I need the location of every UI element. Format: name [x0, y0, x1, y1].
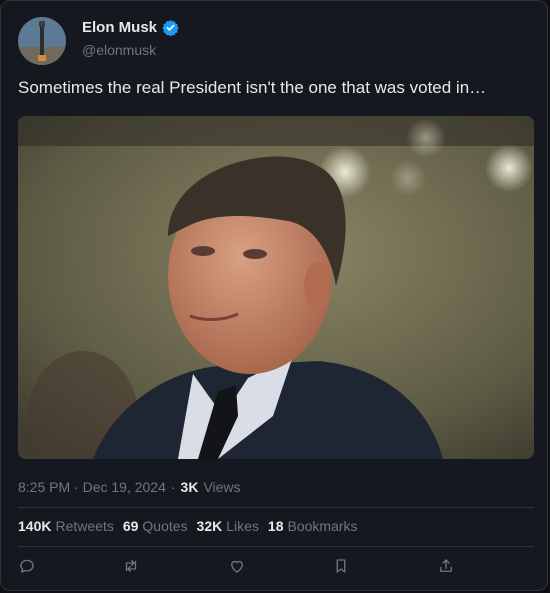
- divider-bottom: [18, 546, 534, 547]
- author-handle[interactable]: @elonmusk: [82, 42, 156, 58]
- divider-top: [18, 507, 534, 508]
- reply-icon[interactable]: [18, 557, 38, 577]
- author-name-row: Elon Musk: [82, 19, 179, 36]
- tweet-text: Sometimes the real President isn't the o…: [18, 78, 487, 97]
- tweet-card: Elon Musk @elonmusk Sometimes the real P…: [0, 0, 548, 591]
- author-display-name[interactable]: Elon Musk: [82, 19, 157, 36]
- bookmarks-count: 18: [267, 518, 284, 534]
- likes-label: Likes: [226, 518, 259, 534]
- retweets-count: 140K: [18, 518, 52, 534]
- engagement-stats: 140K Retweets 69 Quotes 32K Likes 18 Boo…: [18, 518, 367, 534]
- avatar[interactable]: [18, 17, 66, 65]
- quotes-count: 69: [122, 518, 139, 534]
- retweet-icon[interactable]: [122, 557, 142, 577]
- likes-count: 32K: [196, 518, 223, 534]
- bookmark-icon[interactable]: [332, 557, 352, 577]
- views-label: Views: [203, 479, 241, 495]
- bookmarks-stat[interactable]: 18 Bookmarks: [268, 518, 358, 534]
- retweets-stat[interactable]: 140K Retweets: [18, 518, 114, 534]
- retweets-label: Retweets: [55, 518, 114, 534]
- tweet-meta: 8:25 PM · Dec 19, 2024 · 3K Views: [18, 479, 241, 495]
- verified-badge-icon: [162, 19, 179, 36]
- likes-stat[interactable]: 32K Likes: [197, 518, 259, 534]
- action-bar: [18, 557, 452, 579]
- meta-separator: ·: [170, 479, 176, 495]
- quotes-label: Quotes: [142, 518, 188, 534]
- views-count: 3K: [180, 479, 199, 495]
- tweet-photo[interactable]: [18, 116, 534, 459]
- tweet-timestamp[interactable]: 8:25 PM · Dec 19, 2024: [18, 479, 166, 495]
- quotes-stat[interactable]: 69 Quotes: [123, 518, 188, 534]
- like-icon[interactable]: [228, 557, 248, 577]
- bookmarks-label: Bookmarks: [287, 518, 358, 534]
- share-icon[interactable]: [437, 557, 457, 577]
